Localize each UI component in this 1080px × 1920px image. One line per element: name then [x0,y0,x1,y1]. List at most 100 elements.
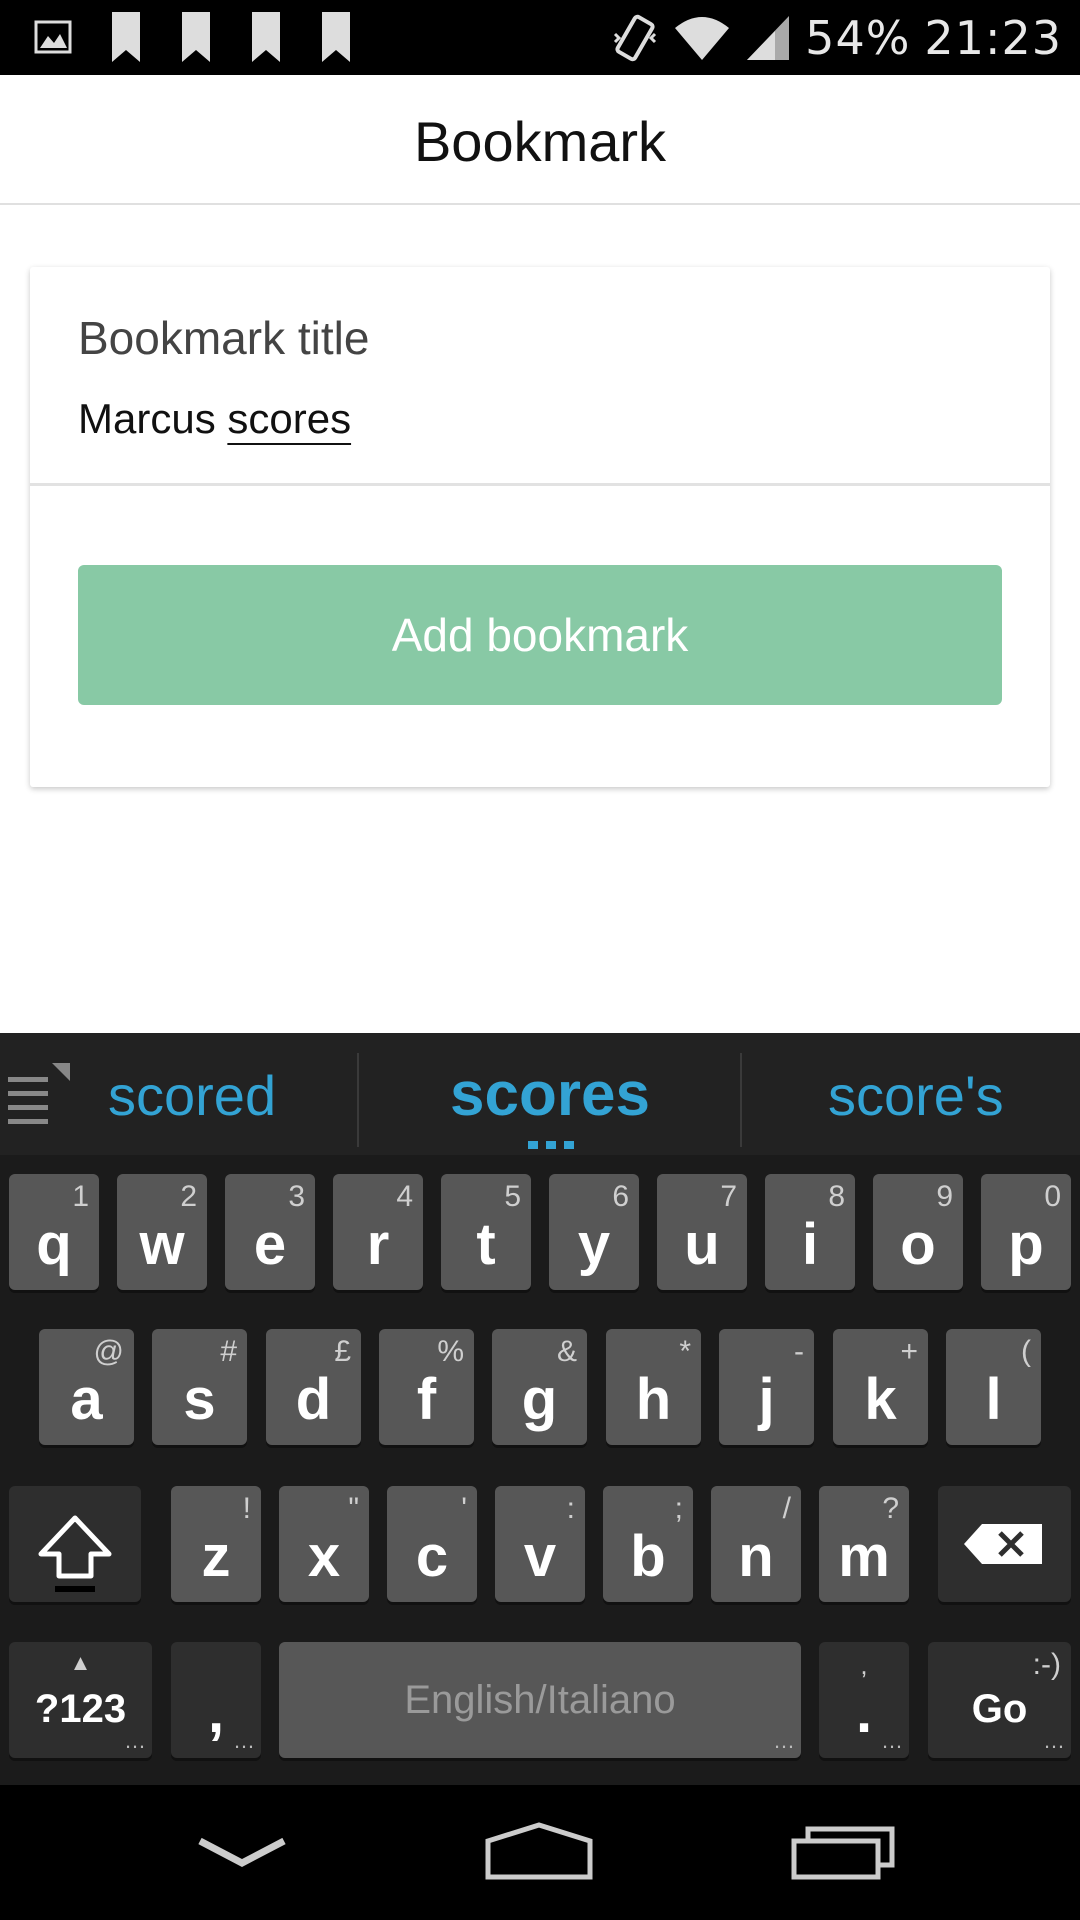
key-hint: / [782,1492,791,1525]
wifi-icon [675,16,730,60]
key-hint: * [679,1335,691,1368]
key-hint: @ [93,1335,124,1368]
key-q[interactable]: 1q [9,1174,99,1290]
key-u[interactable]: 7u [657,1174,747,1290]
backspace-key[interactable] [938,1486,1071,1602]
key-l[interactable]: (l [946,1329,1041,1445]
battery-percent: 54% [805,10,911,65]
home-icon[interactable] [484,1821,594,1881]
key-hint: # [220,1335,237,1368]
bookmark-icon [252,12,280,62]
key-label: d [295,1367,332,1432]
period-key[interactable]: , . … [819,1642,909,1758]
key-label: a [70,1367,103,1432]
key-t[interactable]: 5t [441,1174,531,1290]
shift-key[interactable] [9,1486,141,1602]
key-hint: ▲ [69,1650,92,1675]
key-label: z [201,1524,231,1589]
key-label: c [415,1524,449,1589]
status-bar: 54% 21:23 [0,0,1080,75]
key-label: e [253,1212,287,1277]
key-hint: ? [882,1492,899,1525]
key-hint: 6 [612,1180,629,1213]
key-j[interactable]: -j [719,1329,814,1445]
key-d[interactable]: £ d [266,1329,361,1445]
key-hint: ! [242,1492,251,1525]
app-bar: Bookmark [0,75,1080,205]
key-label: ?123 [34,1687,127,1731]
shift-icon [38,1515,112,1592]
key-hint: £ [334,1335,351,1368]
suggestion-scored[interactable]: scored [108,1063,276,1128]
go-key[interactable]: :-) Go … [928,1642,1071,1758]
key-w[interactable]: 2w [117,1174,207,1290]
key-n[interactable]: / n [711,1486,801,1602]
bookmark-icon [182,12,210,62]
back-icon[interactable] [196,1833,288,1873]
key-hint: 4 [396,1180,413,1213]
key-label: l [985,1367,1002,1432]
signal-icon [747,15,790,60]
key-c[interactable]: ' c [387,1486,477,1602]
key-hint: 7 [720,1180,737,1213]
key-y[interactable]: 6y [549,1174,639,1290]
key-hint: :-) [1032,1648,1061,1681]
add-bookmark-button[interactable]: Add bookmark [78,565,1002,705]
bookmark-title-input[interactable]: Marcus scores [78,395,351,443]
key-f[interactable]: % f [379,1329,474,1445]
key-hint: + [900,1335,918,1368]
key-more-indicator: … [881,1728,903,1753]
space-key-label: English/Italiano [404,1678,676,1722]
key-b[interactable]: ; b [603,1486,693,1602]
key-label: k [864,1367,897,1432]
navigation-bar [0,1785,1080,1920]
key-h[interactable]: * h [606,1329,701,1445]
key-hint: & [556,1335,577,1368]
key-label: w [139,1212,185,1277]
key-label: o [900,1212,936,1277]
key-label: r [366,1212,390,1277]
key-hint: ' [461,1492,467,1525]
suggestion-scores[interactable]: scores [450,1059,650,1130]
backspace-icon [964,1524,1042,1564]
key-label: m [838,1524,890,1589]
suggestion-score-apostrophe[interactable]: score's [828,1063,1004,1128]
bookmark-card: Bookmark title Marcus scores Add bookmar… [30,267,1050,787]
key-hint: ( [1021,1335,1031,1368]
comma-key[interactable]: , … [171,1642,261,1758]
keyboard-menu-icon[interactable] [8,1063,72,1133]
key-v[interactable]: :v [495,1486,585,1602]
key-p[interactable]: 0p [981,1174,1071,1290]
key-x[interactable]: " x [279,1486,369,1602]
key-label: h [635,1367,672,1432]
key-more-indicator: … [124,1728,146,1753]
suggestion-divider [357,1053,359,1147]
key-hint: 1 [72,1180,89,1213]
key-label: f [416,1367,437,1432]
key-g[interactable]: & g [492,1329,587,1445]
key-z[interactable]: ! z [171,1486,261,1602]
key-i[interactable]: 8i [765,1174,855,1290]
key-e[interactable]: 3e [225,1174,315,1290]
bookmark-title-label: Bookmark title [78,312,370,364]
key-label: t [476,1212,496,1277]
key-more-indicator: … [1043,1728,1065,1753]
key-s[interactable]: # s [152,1329,247,1445]
key-label: y [577,1212,611,1277]
space-key[interactable]: English/Italiano … [279,1642,801,1758]
key-hint: 0 [1044,1180,1061,1213]
symbols-key[interactable]: ▲ ?123 … [9,1642,152,1758]
key-o[interactable]: 9o [873,1174,963,1290]
key-k[interactable]: + k [833,1329,928,1445]
key-a[interactable]: @ a [39,1329,134,1445]
key-hint: 3 [288,1180,305,1213]
suggestion-strip: scored scores score's [0,1033,1080,1155]
recents-icon[interactable] [790,1825,896,1881]
key-label: Go [971,1687,1028,1731]
key-label: g [521,1367,558,1432]
key-label: p [1008,1212,1044,1277]
input-text: Marcus [78,395,228,442]
key-m[interactable]: ? m [819,1486,909,1602]
key-hint: : [566,1492,575,1525]
key-r[interactable]: 4r [333,1174,423,1290]
